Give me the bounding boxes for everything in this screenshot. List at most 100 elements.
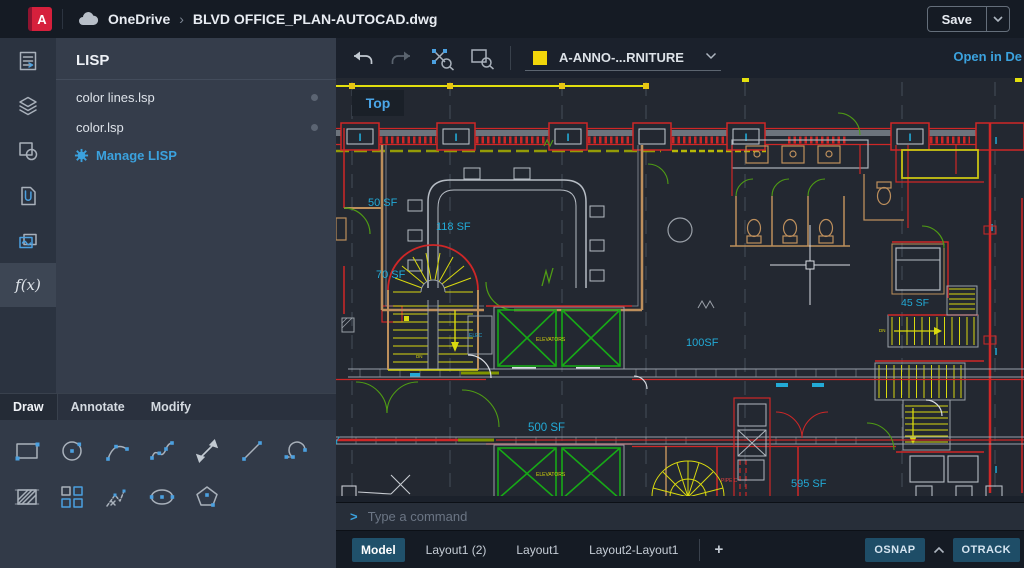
- properties-panel-icon[interactable]: [0, 38, 56, 83]
- chevron-down-icon: [705, 52, 717, 60]
- open-in-desktop-link[interactable]: Open in De: [953, 49, 1022, 64]
- redo-icon[interactable]: [388, 46, 416, 70]
- lisp-item-label: color lines.lsp: [76, 90, 155, 105]
- lisp-item[interactable]: color.lsp: [56, 112, 336, 142]
- tab-annotate[interactable]: Annotate: [58, 394, 138, 420]
- view-orientation-control[interactable]: Top: [352, 90, 404, 116]
- draw-tools-panel: [0, 420, 336, 568]
- lisp-item-status-dot[interactable]: [311, 94, 318, 101]
- breadcrumb-location[interactable]: OneDrive: [108, 11, 170, 27]
- layer-color-swatch: [533, 51, 547, 65]
- undo-icon[interactable]: [348, 46, 376, 70]
- toolbar-separator: [510, 46, 511, 70]
- plan-label: ELEC: [469, 333, 482, 339]
- topbar-divider: [62, 9, 63, 29]
- breadcrumb-filename: BLVD OFFICE_PLAN-AUTOCAD.dwg: [193, 11, 437, 27]
- polyline-arc-tool-icon[interactable]: [282, 436, 312, 466]
- plan-label: 70 SF: [376, 269, 406, 281]
- plan-label: 118 SF: [436, 221, 471, 233]
- tab-model[interactable]: Model: [352, 538, 405, 562]
- lisp-item-status-dot[interactable]: [311, 124, 318, 131]
- plan-label: 50 SF: [368, 197, 398, 209]
- tab-layout1-2[interactable]: Layout1 (2): [417, 538, 496, 562]
- command-input[interactable]: [366, 508, 1024, 525]
- tab-draw[interactable]: Draw: [0, 394, 58, 420]
- plan-label: ELEVATORS: [536, 472, 566, 478]
- manage-lisp-label: Manage LISP: [96, 148, 177, 163]
- tab-layout1[interactable]: Layout1: [507, 538, 568, 562]
- layer-selector-dropdown[interactable]: A-ANNO-...RNITURE: [525, 45, 721, 71]
- tab-layout2-layout1[interactable]: Layout2-Layout1: [580, 538, 687, 562]
- status-bar: Model Layout1 (2) Layout1 Layout2-Layout…: [336, 530, 1024, 568]
- gear-icon: [74, 148, 89, 163]
- lisp-item-label: color.lsp: [76, 120, 124, 135]
- views-icon[interactable]: [0, 218, 56, 263]
- plan-label: 45 SF: [901, 297, 929, 309]
- drawing-canvas[interactable]: III II IIII: [336, 78, 1024, 502]
- plan-label: DN: [416, 354, 423, 359]
- polygon-tool-icon[interactable]: [192, 482, 222, 512]
- svg-text:I: I: [995, 347, 998, 358]
- tab-modify[interactable]: Modify: [138, 394, 204, 420]
- lisp-panel: LISP color lines.lsp color.lsp Manage LI…: [56, 38, 336, 393]
- viewport[interactable]: III II IIII: [336, 78, 1024, 502]
- save-button[interactable]: Save: [928, 12, 986, 27]
- autocad-web-app: A OneDrive › BLVD OFFICE_PLAN-AUTOCAD.dw…: [0, 0, 1024, 568]
- chevron-up-icon[interactable]: [933, 546, 945, 554]
- zoom-window-icon[interactable]: [468, 46, 496, 70]
- tools-tabstrip: Draw Annotate Modify: [0, 393, 336, 420]
- svg-text:I: I: [995, 136, 998, 147]
- otrack-toggle[interactable]: OTRACK: [953, 538, 1020, 562]
- osnap-toggle[interactable]: OSNAP: [865, 538, 924, 562]
- blocks-icon[interactable]: [0, 128, 56, 173]
- zoom-selection-icon[interactable]: [428, 46, 456, 70]
- draw-tools-row-2: [12, 482, 336, 512]
- ellipse-tool-icon[interactable]: [147, 482, 177, 512]
- hatch-tool-icon[interactable]: [12, 482, 42, 512]
- plan-label: 500 SF: [528, 422, 565, 434]
- arc-tool-icon[interactable]: [102, 436, 132, 466]
- layer-selector-label: A-ANNO-...RNITURE: [559, 50, 684, 65]
- spline-tool-icon[interactable]: [147, 436, 177, 466]
- svg-text:I: I: [566, 132, 569, 144]
- fx-label: f(x): [15, 276, 41, 294]
- plan-label: PIPE C: [721, 478, 738, 484]
- layout-tabs-separator: [699, 539, 700, 561]
- svg-text:I: I: [995, 465, 998, 476]
- plan-label: 100SF: [686, 337, 719, 349]
- command-prompt-icon: >: [350, 509, 358, 524]
- command-bar: >: [336, 502, 1024, 530]
- svg-text:I: I: [454, 132, 457, 144]
- plan-label: 595 SF: [791, 478, 827, 490]
- draw-tools-row-1: [12, 436, 336, 466]
- cloud-icon: [77, 11, 99, 27]
- svg-text:I: I: [908, 132, 911, 144]
- line-tool-icon[interactable]: [237, 436, 267, 466]
- lisp-panel-divider: [56, 79, 336, 80]
- breadcrumb: OneDrive › BLVD OFFICE_PLAN-AUTOCAD.dwg: [77, 11, 437, 27]
- xref-attachments-icon[interactable]: [0, 173, 56, 218]
- chevron-down-icon: [993, 16, 1003, 22]
- plan-label: Y: [336, 435, 341, 447]
- topbar: A OneDrive › BLVD OFFICE_PLAN-AUTOCAD.dw…: [0, 0, 1024, 38]
- edit-vertices-tool-icon[interactable]: [102, 482, 132, 512]
- save-dropdown-button[interactable]: [987, 16, 1009, 22]
- left-icon-rail: f(x): [0, 38, 56, 393]
- lisp-fx-icon[interactable]: f(x): [0, 263, 56, 307]
- insert-block-tool-icon[interactable]: [57, 482, 87, 512]
- lisp-item[interactable]: color lines.lsp: [56, 82, 336, 112]
- layers-icon[interactable]: [0, 83, 56, 128]
- add-layout-button[interactable]: +: [714, 541, 723, 558]
- breadcrumb-separator: ›: [179, 11, 184, 27]
- measure-tool-icon[interactable]: [192, 436, 222, 466]
- circle-tool-icon[interactable]: [57, 436, 87, 466]
- autocad-logo[interactable]: A: [28, 7, 52, 31]
- svg-text:I: I: [744, 132, 747, 144]
- plan-label: DN: [879, 328, 886, 333]
- manage-lisp-button[interactable]: Manage LISP: [74, 148, 336, 163]
- save-split-button: Save: [927, 6, 1010, 32]
- svg-text:I: I: [358, 132, 361, 144]
- rectangle-tool-icon[interactable]: [12, 436, 42, 466]
- lisp-panel-title: LISP: [56, 38, 336, 79]
- plan-label: ELEVATORS: [536, 337, 566, 343]
